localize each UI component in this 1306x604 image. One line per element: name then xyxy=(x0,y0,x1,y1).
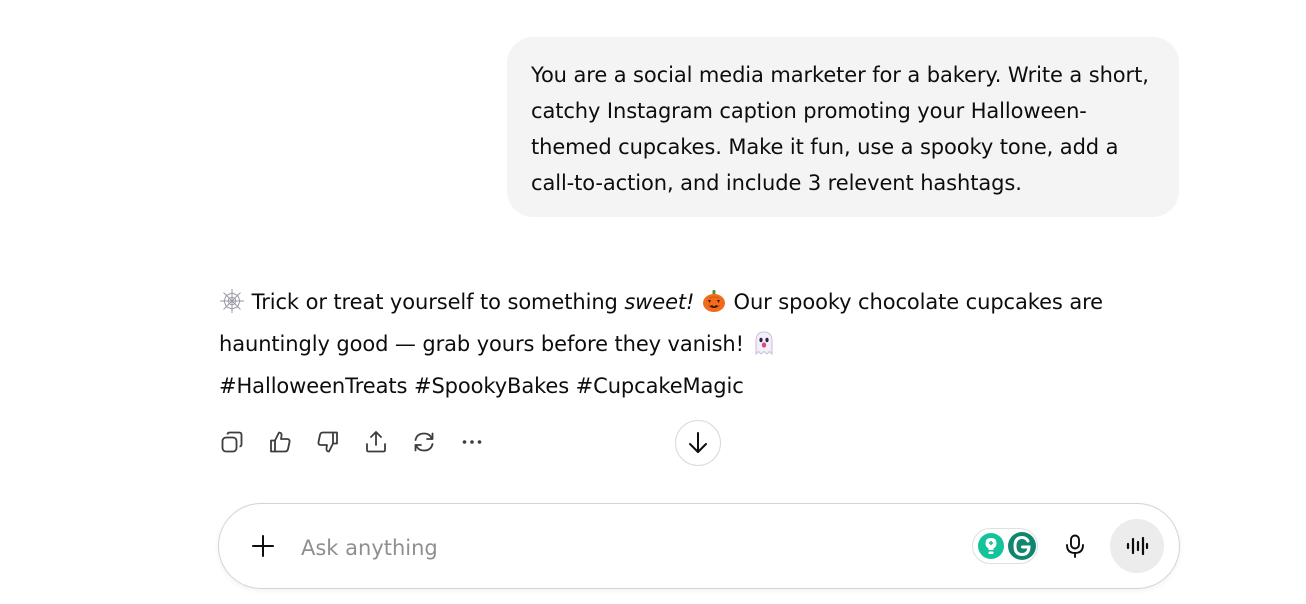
thumbs-down-icon xyxy=(317,431,338,453)
copy-button[interactable] xyxy=(214,424,250,460)
assistant-message: Trick or treat yourself to something swe… xyxy=(219,281,1179,407)
caption-emphasis: sweet! xyxy=(624,290,695,314)
message-actions xyxy=(214,424,490,460)
share-button[interactable] xyxy=(358,424,394,460)
plus-icon xyxy=(252,535,274,557)
grammarly-bulb-icon xyxy=(978,533,1004,559)
thumbs-up-icon xyxy=(270,431,291,453)
assistant-hashtags: #HalloweenTreats #SpookyBakes #CupcakeMa… xyxy=(219,374,744,398)
thumbs-up-button[interactable] xyxy=(262,424,298,460)
attach-button[interactable] xyxy=(243,526,283,566)
spider-web-icon xyxy=(220,289,244,313)
jack-o-lantern-icon xyxy=(702,290,725,312)
caption-text-start: Trick or treat yourself to something xyxy=(251,290,625,314)
voice-mode-icon xyxy=(1126,536,1149,556)
regenerate-icon xyxy=(414,432,434,452)
prompt-input[interactable] xyxy=(299,528,943,568)
scroll-to-bottom-button[interactable] xyxy=(675,420,721,466)
assistant-caption: Trick or treat yourself to something swe… xyxy=(219,281,1179,365)
regenerate-button[interactable] xyxy=(406,424,442,460)
microphone-icon xyxy=(1066,534,1084,558)
more-options-button[interactable] xyxy=(454,424,490,460)
voice-mode-button[interactable] xyxy=(1110,519,1164,573)
grammarly-icon xyxy=(1008,532,1036,560)
grammarly-widget[interactable] xyxy=(972,528,1038,564)
arrow-down-icon xyxy=(689,432,707,453)
user-message-text: You are a social media marketer for a ba… xyxy=(531,63,1149,195)
chat-composer xyxy=(218,503,1180,589)
more-icon xyxy=(462,440,482,444)
ghost-icon xyxy=(755,331,773,356)
share-icon xyxy=(366,431,386,453)
dictate-button[interactable] xyxy=(1055,526,1095,566)
chat-page: You are a social media marketer for a ba… xyxy=(0,0,1306,604)
user-message-bubble: You are a social media marketer for a ba… xyxy=(507,37,1179,217)
thumbs-down-button[interactable] xyxy=(310,424,346,460)
copy-icon xyxy=(221,431,243,453)
